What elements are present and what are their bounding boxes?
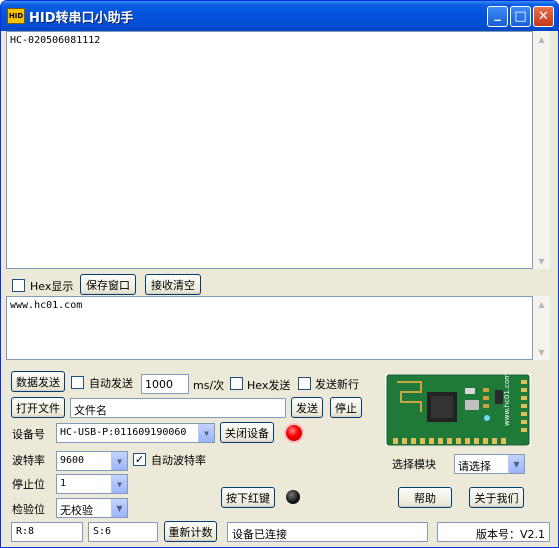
stop-bits-select-value: 1 <box>60 478 67 489</box>
tx-count-field: S:6 <box>88 522 158 542</box>
status-led-black-icon <box>286 490 300 504</box>
scroll-down-icon[interactable]: ▼ <box>533 344 550 360</box>
scroll-up-icon[interactable]: ▲ <box>533 31 550 47</box>
close-icon: ✕ <box>538 9 549 24</box>
chevron-down-icon: ▼ <box>111 452 127 470</box>
minimize-button[interactable]: _ <box>487 6 508 27</box>
scroll-up-icon[interactable]: ▲ <box>533 296 550 312</box>
maximize-icon: □ <box>514 9 527 24</box>
pcb-module-icon: www.hc01.com <box>386 373 530 446</box>
version-field: 版本号：V2.1 <box>437 522 550 542</box>
device-select-value: HC-USB-P:011609190060 <box>60 427 187 438</box>
device-label: 设备号 <box>12 428 45 441</box>
receive-scrollbar[interactable]: ▲ ▼ <box>533 31 550 269</box>
title-bar[interactable]: HID HID转串口小助手 _ □ ✕ <box>1 1 558 31</box>
rx-count-field: R:8 <box>11 522 83 542</box>
baud-select[interactable]: 9600 ▼ <box>56 451 128 471</box>
chevron-down-icon: ▼ <box>111 499 127 517</box>
send-newline-label: 发送新行 <box>315 378 359 391</box>
auto-send-checkbox[interactable] <box>71 376 84 389</box>
send-scrollbar[interactable]: ▲ ▼ <box>533 296 550 360</box>
window-title: HID转串口小助手 <box>29 11 134 26</box>
interval-unit-label: ms/次 <box>193 379 225 392</box>
minimize-icon: _ <box>494 7 501 22</box>
status-led-red-icon <box>286 425 302 441</box>
stop-bits-select[interactable]: 1 ▼ <box>56 474 128 494</box>
parity-label: 检验位 <box>12 503 45 516</box>
chevron-down-icon: ▼ <box>508 455 524 473</box>
hid-app-icon: HID <box>7 8 25 24</box>
send-data-button[interactable]: 数据发送 <box>11 371 65 392</box>
device-select[interactable]: HC-USB-P:011609190060 ▼ <box>56 423 215 443</box>
send-newline-checkbox[interactable] <box>298 377 311 390</box>
chevron-down-icon: ▼ <box>198 424 214 442</box>
parity-select[interactable]: 无校验 ▼ <box>56 498 128 518</box>
about-button[interactable]: 关于我们 <box>469 487 524 508</box>
baud-label: 波特率 <box>12 454 45 467</box>
hex-send-label: Hex发送 <box>247 379 291 392</box>
file-send-button[interactable]: 发送 <box>291 397 323 418</box>
close-device-button[interactable]: 关闭设备 <box>220 422 274 443</box>
interval-input[interactable]: 1000 <box>141 374 189 394</box>
clear-receive-button[interactable]: 接收清空 <box>145 274 201 295</box>
help-button[interactable]: 帮助 <box>398 487 452 508</box>
reset-count-button[interactable]: 重新计数 <box>164 521 217 542</box>
chevron-down-icon: ▼ <box>111 475 127 493</box>
hex-display-checkbox[interactable] <box>12 279 25 292</box>
scroll-down-icon[interactable]: ▼ <box>533 253 550 269</box>
module-brand-text: www.hc01.com <box>503 374 511 426</box>
auto-send-label: 自动发送 <box>89 377 133 390</box>
auto-baud-checkbox[interactable]: ✓ <box>133 453 146 466</box>
module-select-value: 请选择 <box>458 460 491 473</box>
receive-textarea[interactable]: HC-020506081112 <box>6 31 533 269</box>
app-window: HID HID转串口小助手 _ □ ✕ HC-020506081112 ▲ ▼ … <box>0 0 559 548</box>
stop-bits-label: 停止位 <box>12 478 45 491</box>
auto-baud-label: 自动波特率 <box>151 454 206 467</box>
module-select[interactable]: 请选择 ▼ <box>454 454 525 474</box>
maximize-button[interactable]: □ <box>510 6 531 27</box>
hex-send-checkbox[interactable] <box>230 377 243 390</box>
bluetooth-module-image: www.hc01.com <box>385 373 531 446</box>
select-module-label: 选择模块 <box>392 458 436 471</box>
hex-display-label: Hex显示 <box>30 280 74 293</box>
parity-select-value: 无校验 <box>60 504 93 517</box>
save-window-button[interactable]: 保存窗口 <box>80 274 136 295</box>
file-name-input[interactable]: 文件名 <box>70 398 286 418</box>
send-textarea[interactable]: www.hc01.com <box>6 296 533 360</box>
open-file-button[interactable]: 打开文件 <box>11 397 65 418</box>
stop-button[interactable]: 停止 <box>330 397 362 418</box>
close-button[interactable]: ✕ <box>533 6 554 27</box>
press-red-key-button[interactable]: 按下红键 <box>221 487 275 508</box>
baud-select-value: 9600 <box>60 455 85 466</box>
device-status-field: 设备已连接 <box>227 522 428 542</box>
